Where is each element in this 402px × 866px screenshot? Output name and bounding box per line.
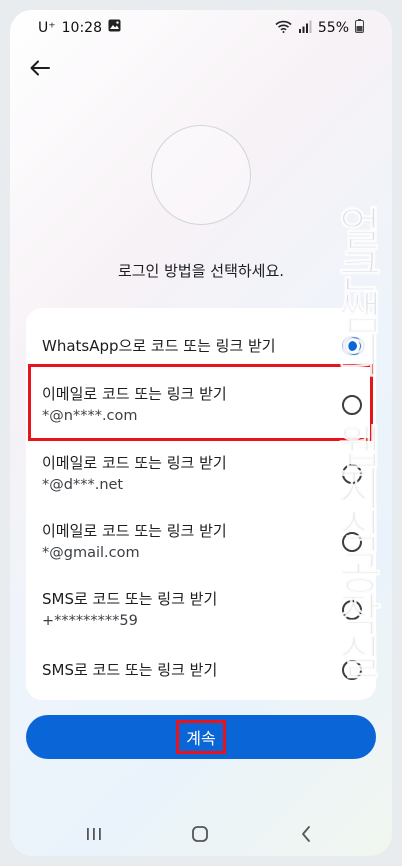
- option-email-2[interactable]: 이메일로 코드 또는 링크 받기 *@d***.net: [26, 440, 376, 508]
- navigation-bar: [10, 810, 392, 856]
- battery-icon: [355, 19, 364, 37]
- back-arrow-icon[interactable]: [26, 54, 54, 82]
- home-icon[interactable]: [188, 822, 212, 846]
- status-bar: U⁺ 10:28 55%: [10, 10, 392, 44]
- option-masked-email: *@gmail.com: [42, 545, 140, 561]
- phone-frame: U⁺ 10:28 55% 로그인 방법을 선택하세요. WhatsApp으로 코…: [0, 0, 402, 866]
- option-label: 이메일로 코드 또는 링크 받기: [42, 522, 227, 540]
- screen: U⁺ 10:28 55% 로그인 방법을 선택하세요. WhatsApp으로 코…: [10, 10, 392, 856]
- option-label: 이메일로 코드 또는 링크 받기: [42, 454, 227, 472]
- gallery-icon: [108, 19, 121, 36]
- battery-percent: 55%: [317, 20, 349, 36]
- status-right: 55%: [275, 19, 364, 37]
- option-label: SMS로 코드 또는 링크 받기: [42, 590, 218, 608]
- option-sms-1[interactable]: SMS로 코드 또는 링크 받기 +*********59: [26, 576, 376, 644]
- carrier-label: U⁺: [38, 19, 56, 36]
- continue-button[interactable]: 계속: [26, 715, 376, 759]
- wifi-icon: [275, 20, 292, 37]
- continue-label: 계속: [176, 720, 226, 754]
- highlight-annotation: [28, 364, 373, 441]
- option-masked-phone: +*********59: [42, 613, 138, 629]
- option-whatsapp[interactable]: WhatsApp으로 코드 또는 링크 받기: [26, 322, 376, 370]
- status-left: U⁺ 10:28: [38, 19, 121, 36]
- option-masked-email: *@d***.net: [42, 477, 124, 493]
- nav-back-icon[interactable]: [294, 822, 318, 846]
- option-sms-2[interactable]: SMS로 코드 또는 링크 받기: [26, 644, 376, 696]
- profile-avatar: [151, 125, 251, 225]
- watermark: 얼큰쌤의 웹지식공작실: [330, 205, 385, 676]
- clock: 10:28: [61, 19, 102, 36]
- recent-apps-icon[interactable]: [82, 822, 106, 846]
- option-label: SMS로 코드 또는 링크 받기: [42, 661, 218, 679]
- signal-icon: [298, 20, 312, 37]
- option-email-3[interactable]: 이메일로 코드 또는 링크 받기 *@gmail.com: [26, 508, 376, 576]
- option-label: WhatsApp으로 코드 또는 링크 받기: [42, 337, 276, 355]
